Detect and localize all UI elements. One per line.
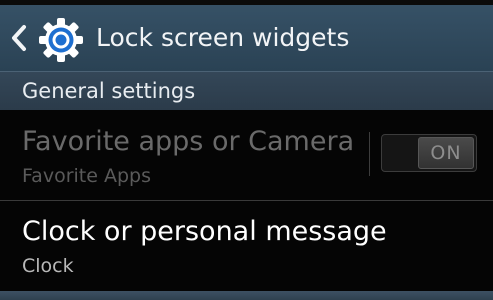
chevron-left-icon <box>12 25 26 51</box>
toggle-label: ON <box>430 142 462 164</box>
setting-row-clock[interactable]: Clock or personal message Clock <box>0 200 493 290</box>
back-button[interactable] <box>8 23 30 53</box>
vertical-divider <box>369 132 370 176</box>
next-section-header <box>0 291 493 300</box>
action-bar: Lock screen widgets <box>0 5 493 71</box>
setting-subtitle: Clock <box>22 255 74 277</box>
setting-title: Favorite apps or Camera <box>22 126 355 157</box>
toggle-knob: ON <box>418 137 474 169</box>
section-title: General settings <box>22 79 196 103</box>
gear-icon[interactable] <box>38 17 84 63</box>
page-title: Lock screen widgets <box>96 23 350 52</box>
section-header: General settings <box>0 71 493 110</box>
setting-row-favorite-apps[interactable]: Favorite apps or Camera Favorite Apps ON <box>0 110 493 200</box>
favorite-apps-toggle[interactable]: ON <box>381 134 477 172</box>
setting-title: Clock or personal message <box>22 216 387 247</box>
setting-subtitle: Favorite Apps <box>22 165 151 187</box>
